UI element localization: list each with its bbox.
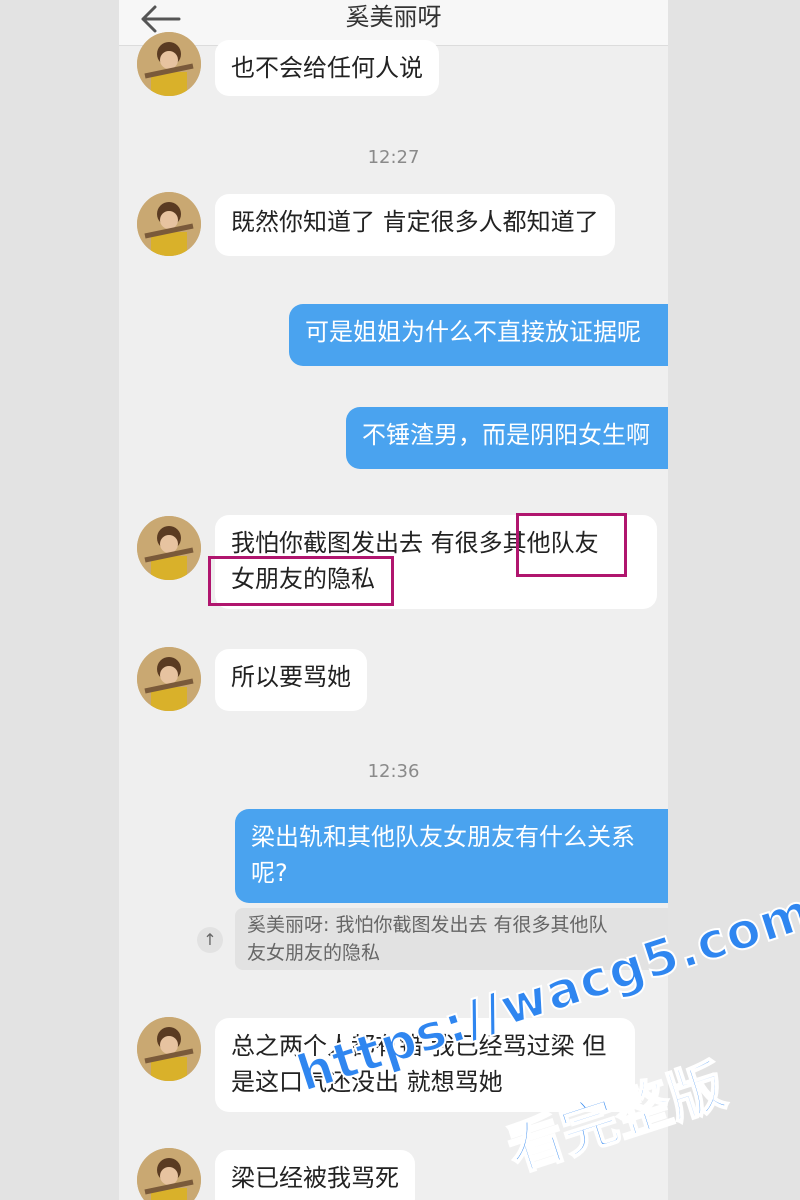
message-text-line: 是这口气还没出 就想骂她 bbox=[231, 1068, 503, 1096]
message-bubble-outgoing[interactable]: 梁出轨和其他队友女朋友有什么关系 呢? bbox=[235, 809, 668, 903]
message-text: 既然你知道了 肯定很多人都知道了 bbox=[231, 208, 599, 236]
highlight-box bbox=[516, 513, 627, 577]
avatar[interactable] bbox=[137, 192, 201, 256]
message-bubble[interactable]: 所以要骂她 bbox=[215, 649, 367, 711]
message-bubble[interactable]: 总之两个人都有错 我已经骂过梁 但 是这口气还没出 就想骂她 bbox=[215, 1018, 635, 1112]
message-bubble-outgoing[interactable]: 不锤渣男，而是阴阳女生啊 bbox=[346, 407, 668, 469]
message-text-line: 梁出轨和其他队友女朋友有什么关系 bbox=[251, 823, 635, 851]
avatar-image bbox=[137, 516, 201, 580]
avatar[interactable] bbox=[137, 647, 201, 711]
chat-title: 奚美丽呀 bbox=[345, 3, 442, 31]
message-text-line: 呢? bbox=[251, 859, 288, 887]
chat-screen: 奚美丽呀 也不会给任何人说 12:27 既然你知道了 肯定很多人都知道了 可是姐… bbox=[119, 0, 668, 1200]
message-bubble[interactable]: 梁已经被我骂死 bbox=[215, 1150, 415, 1200]
timestamp: 12:36 bbox=[367, 761, 420, 782]
message-text: 所以要骂她 bbox=[231, 663, 351, 691]
message-bubble[interactable]: 既然你知道了 肯定很多人都知道了 bbox=[215, 194, 615, 256]
message-bubble[interactable]: 也不会给任何人说 bbox=[215, 40, 439, 96]
message-bubble-outgoing[interactable]: 可是姐姐为什么不直接放证据呢 bbox=[289, 304, 668, 366]
quote-text-line: 友女朋友的隐私 bbox=[247, 942, 381, 964]
quoted-message[interactable]: 奚美丽呀: 我怕你截图发出去 有很多其他队 友女朋友的隐私 bbox=[235, 908, 668, 970]
quote-text-line: 奚美丽呀: 我怕你截图发出去 有很多其他队 bbox=[247, 914, 608, 936]
avatar-image bbox=[137, 1017, 201, 1081]
quote-jump-icon[interactable]: ↑ bbox=[197, 927, 223, 953]
message-text: 不锤渣男，而是阴阳女生啊 bbox=[362, 421, 650, 449]
avatar-image bbox=[137, 192, 201, 256]
avatar-image bbox=[137, 647, 201, 711]
avatar-image bbox=[137, 1148, 201, 1200]
avatar-image bbox=[137, 32, 201, 96]
avatar[interactable] bbox=[137, 32, 201, 96]
avatar[interactable] bbox=[137, 1148, 201, 1200]
avatar[interactable] bbox=[137, 516, 201, 580]
message-text: 可是姐姐为什么不直接放证据呢 bbox=[305, 318, 641, 346]
highlight-box bbox=[208, 556, 394, 606]
message-text-line: 总之两个人都有错 我已经骂过梁 但 bbox=[231, 1032, 607, 1060]
avatar[interactable] bbox=[137, 1017, 201, 1081]
timestamp: 12:27 bbox=[367, 147, 420, 168]
message-text: 也不会给任何人说 bbox=[231, 54, 423, 82]
message-text: 梁已经被我骂死 bbox=[231, 1164, 399, 1192]
